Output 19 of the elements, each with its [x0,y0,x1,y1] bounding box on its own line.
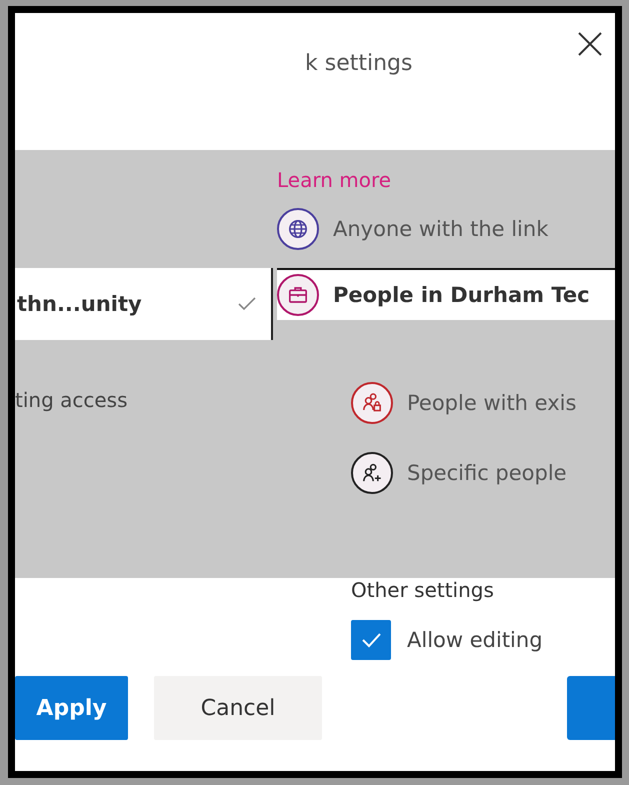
check-icon [237,296,257,312]
dialog-button[interactable]: Apply [15,676,128,740]
share-option[interactable]: Specific people [277,448,615,498]
learn-more-link[interactable]: Learn more [277,168,615,198]
dropdown-item[interactable]: thn...unity [15,268,273,340]
people-lock-icon [351,382,393,424]
globe-icon [277,208,319,250]
dialog-title: k settings [305,51,412,76]
access-text: ting access [15,388,129,412]
checkbox-option[interactable]: Allow editing [351,620,615,660]
share-option[interactable]: Anyone with the link [277,204,615,254]
share-option[interactable]: People in Durham Tec [277,268,615,320]
share-option[interactable]: People with exis [277,378,615,428]
checkbox[interactable] [351,620,391,660]
section-heading: Other settings [351,578,495,602]
close-icon[interactable] [577,31,603,57]
briefcase-icon [277,274,319,316]
people-add-icon [351,452,393,494]
dialog-button[interactable]: Cancel [154,676,322,740]
